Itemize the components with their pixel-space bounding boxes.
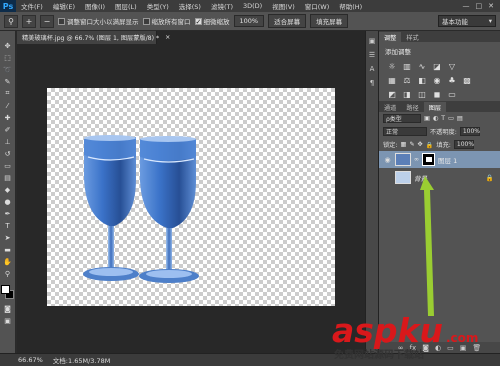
watermark-logo: aspku [332, 312, 443, 350]
watermark-subtitle: 免费网站源码下载站 [334, 348, 424, 361]
green-arrow-icon [420, 176, 434, 316]
watermark-domain: .com [446, 331, 478, 345]
foreground-color[interactable] [0, 285, 10, 294]
aspku-watermark: aspku .com 免费网站源码下载站 [332, 312, 478, 361]
